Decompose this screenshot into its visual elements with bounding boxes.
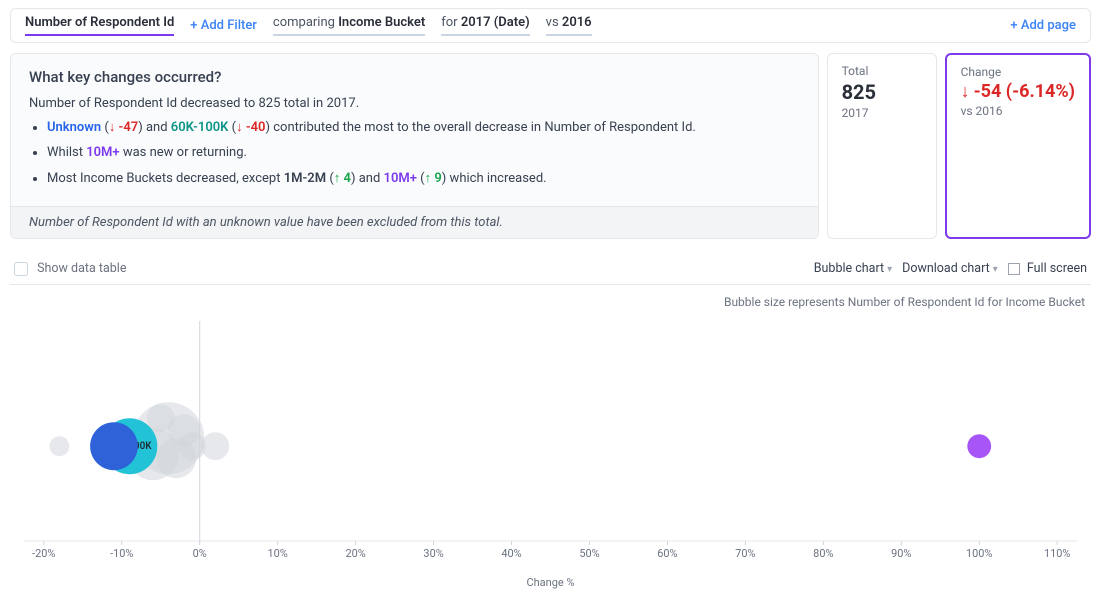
fullscreen-icon: [1008, 263, 1020, 275]
stat-change-label: Change: [961, 65, 1075, 79]
bullet2-tenm: 10M+: [86, 145, 119, 160]
bullet1-range-delta: ↓ -40: [236, 120, 265, 135]
summary-footer: Number of Respondent Id with an unknown …: [11, 206, 818, 238]
stat-cards: Total 825 2017 Change ↓-54 (-6.14%) vs 2…: [827, 53, 1091, 239]
filter-metric[interactable]: Number of Respondent Id: [25, 15, 174, 36]
bubble-Other-a[interactable]: [49, 436, 69, 456]
compare-dimension: Income Bucket: [338, 15, 425, 30]
svg-text:90%: 90%: [891, 547, 911, 560]
fullscreen-button[interactable]: Full screen: [1008, 261, 1087, 276]
add-page-link[interactable]: + Add page: [1010, 18, 1076, 33]
chart-type-select[interactable]: Bubble chart▾: [814, 261, 892, 276]
filter-period[interactable]: for 2017 (Date): [441, 15, 529, 36]
bubble-Unknown[interactable]: [90, 422, 138, 470]
summary-bullet-3: Most Income Buckets decreased, except 1M…: [47, 170, 800, 186]
word-vs: vs: [546, 15, 559, 30]
chart-note: Bubble size represents Number of Respond…: [16, 295, 1085, 309]
stat-total-sub: 2017: [842, 106, 922, 120]
bullet3-a-delta: ↑ 4: [334, 171, 351, 186]
bullet1-unknown: Unknown: [47, 120, 101, 135]
chart-header: Show data table Bubble chart▾ Download c…: [10, 255, 1091, 285]
bullet1-unknown-delta: ↓ -47: [109, 120, 138, 135]
baseline-value: 2016: [562, 15, 592, 30]
bullet3-b: 10M+: [384, 171, 417, 186]
svg-text:20%: 20%: [345, 547, 365, 560]
word-for: for: [441, 15, 457, 30]
bullet3-b-delta: ↑ 9: [425, 171, 442, 186]
svg-text:110%: 110%: [1044, 547, 1070, 560]
svg-text:80%: 80%: [813, 547, 833, 560]
bubble-chart[interactable]: -20% -10% 0% 10% 20% 30% 40% 50% 60% 70% 80% 90% 100…: [14, 311, 1087, 571]
svg-text:40%: 40%: [501, 547, 521, 560]
svg-text:70%: 70%: [735, 547, 755, 560]
summary-bullet-1: Unknown (↓ -47) and 60K-100K (↓ -40) con…: [47, 119, 800, 135]
svg-text:100%: 100%: [966, 547, 992, 560]
filter-baseline[interactable]: vs 2016: [546, 15, 592, 36]
svg-text:0%: 0%: [193, 547, 207, 560]
chevron-down-icon: ▾: [887, 264, 892, 275]
chevron-down-icon: ▾: [993, 264, 998, 275]
bubble-Other-g[interactable]: [201, 432, 229, 460]
show-data-table-toggle[interactable]: Show data table: [14, 261, 126, 276]
stat-total[interactable]: Total 825 2017: [827, 53, 937, 239]
stat-change-value: ↓-54 (-6.14%): [961, 81, 1075, 102]
stat-total-label: Total: [842, 64, 922, 78]
summary-lead: Number of Respondent Id decreased to 825…: [29, 96, 800, 111]
stat-change[interactable]: Change ↓-54 (-6.14%) vs 2016: [945, 53, 1091, 239]
x-axis-label: Change %: [526, 576, 574, 589]
stat-total-value: 825: [842, 80, 922, 104]
summary-heading: What key changes occurred?: [29, 68, 800, 86]
checkbox-icon[interactable]: [14, 262, 28, 276]
stat-change-sub: vs 2016: [961, 104, 1075, 118]
bubble-10M+[interactable]: [967, 434, 991, 458]
bullet3-a: 1M-2M: [284, 171, 326, 186]
filter-compare[interactable]: comparing Income Bucket: [273, 15, 425, 36]
add-filter-link[interactable]: + Add Filter: [190, 18, 257, 33]
svg-text:60%: 60%: [657, 547, 677, 560]
bubble-Other-h[interactable]: [147, 404, 175, 432]
svg-text:-10%: -10%: [110, 547, 133, 560]
summary-card: What key changes occurred? Number of Res…: [10, 53, 819, 239]
bullet1-range: 60K-100K: [171, 120, 229, 135]
period-value: 2017 (Date): [461, 15, 530, 30]
word-comparing: comparing: [273, 15, 335, 30]
filter-bar: Number of Respondent Id + Add Filter com…: [10, 8, 1091, 43]
svg-text:-20%: -20%: [32, 547, 55, 560]
download-chart-select[interactable]: Download chart▾: [902, 261, 998, 276]
svg-text:10%: 10%: [268, 547, 288, 560]
svg-text:50%: 50%: [579, 547, 599, 560]
svg-text:30%: 30%: [423, 547, 443, 560]
summary-bullet-2: Whilst 10M+ was new or returning.: [47, 145, 800, 160]
